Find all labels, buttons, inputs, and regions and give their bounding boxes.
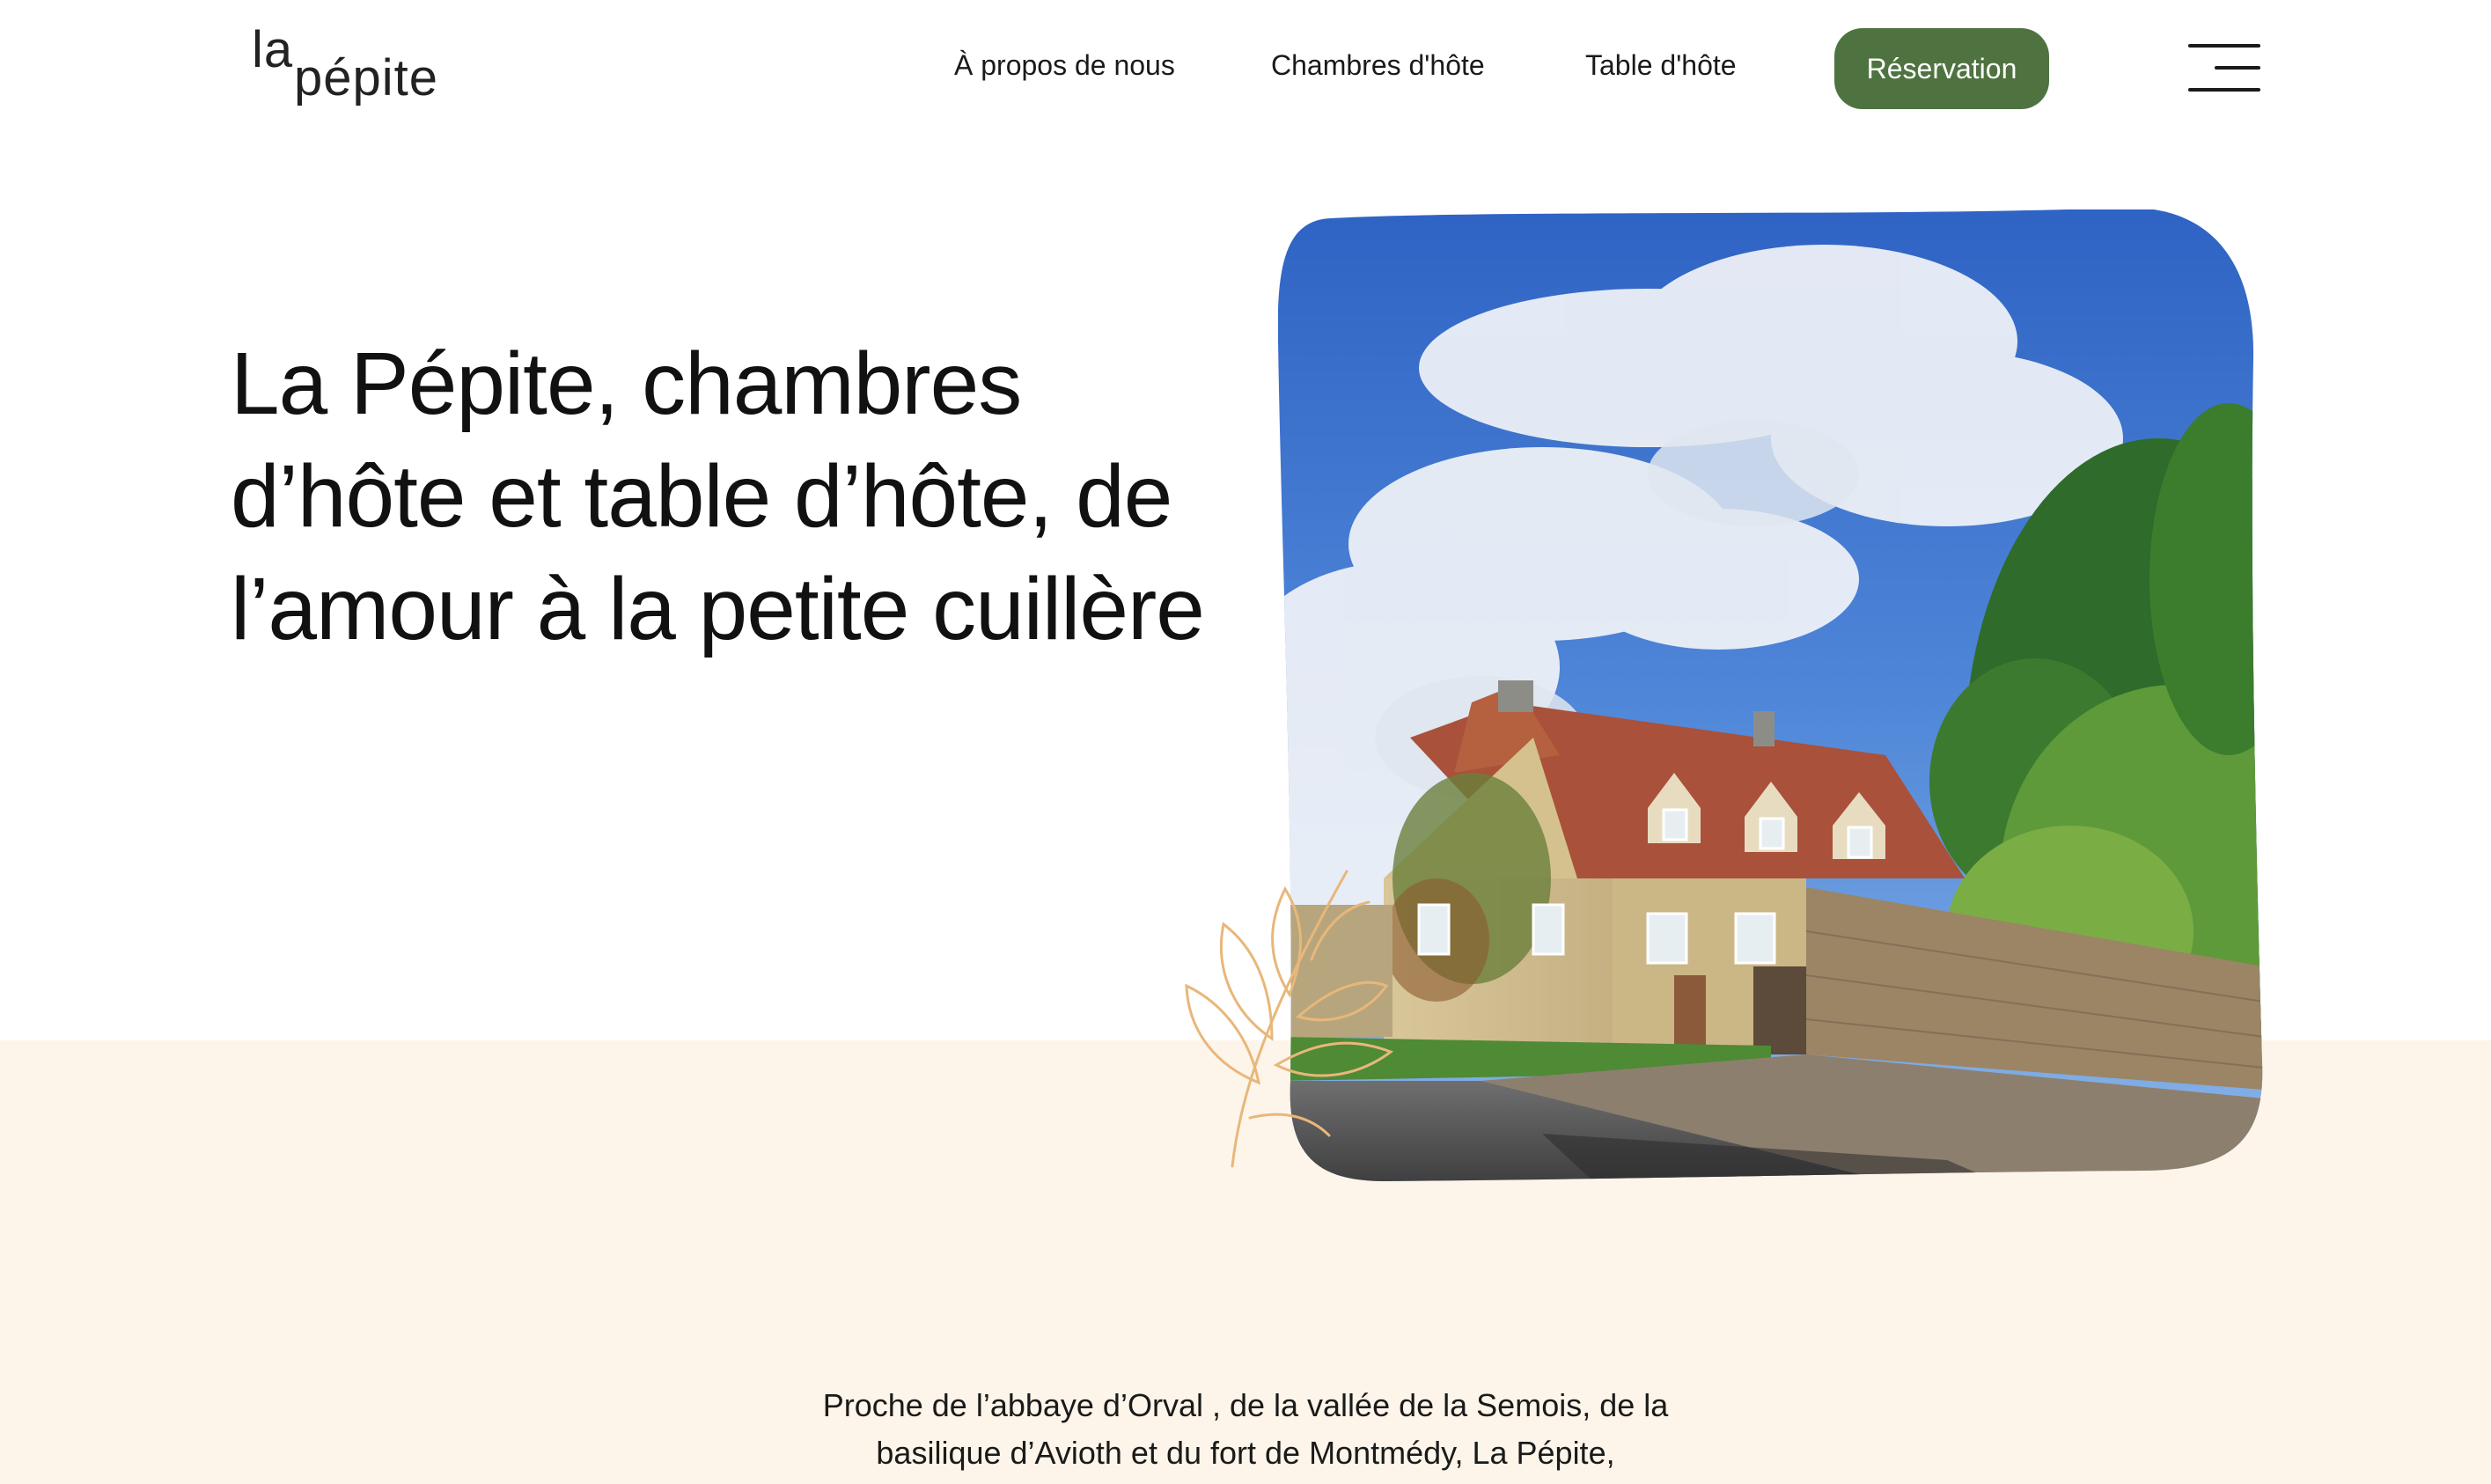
site-logo[interactable]: la pépite bbox=[248, 25, 442, 113]
nav-link-table[interactable]: Table d'hôte bbox=[1585, 49, 1737, 82]
nav-link-chambres[interactable]: Chambres d'hôte bbox=[1271, 49, 1485, 82]
hamburger-menu-icon[interactable] bbox=[2188, 42, 2260, 95]
logo-text-la: la bbox=[252, 21, 294, 78]
menu-line-bottom bbox=[2188, 88, 2260, 92]
page: la pépite À propos de nous Chambres d'hô… bbox=[0, 0, 2491, 1484]
reservation-button[interactable]: Réservation bbox=[1834, 28, 2049, 109]
hero-house-image bbox=[1278, 209, 2263, 1181]
site-header: la pépite À propos de nous Chambres d'hô… bbox=[0, 0, 2491, 141]
logo-text-pepite: pépite bbox=[294, 49, 439, 107]
leaf-branch-icon bbox=[1185, 870, 1394, 1168]
menu-line-middle bbox=[2215, 66, 2260, 70]
nav-link-about[interactable]: À propos de nous bbox=[954, 49, 1175, 82]
menu-line-top bbox=[2188, 44, 2260, 48]
hero-title: La Pépite, chambres d’hôte et table d’hô… bbox=[231, 334, 1205, 658]
intro-paragraph: Proche de l’abbaye d’Orval , de la vallé… bbox=[822, 1387, 1669, 1471]
